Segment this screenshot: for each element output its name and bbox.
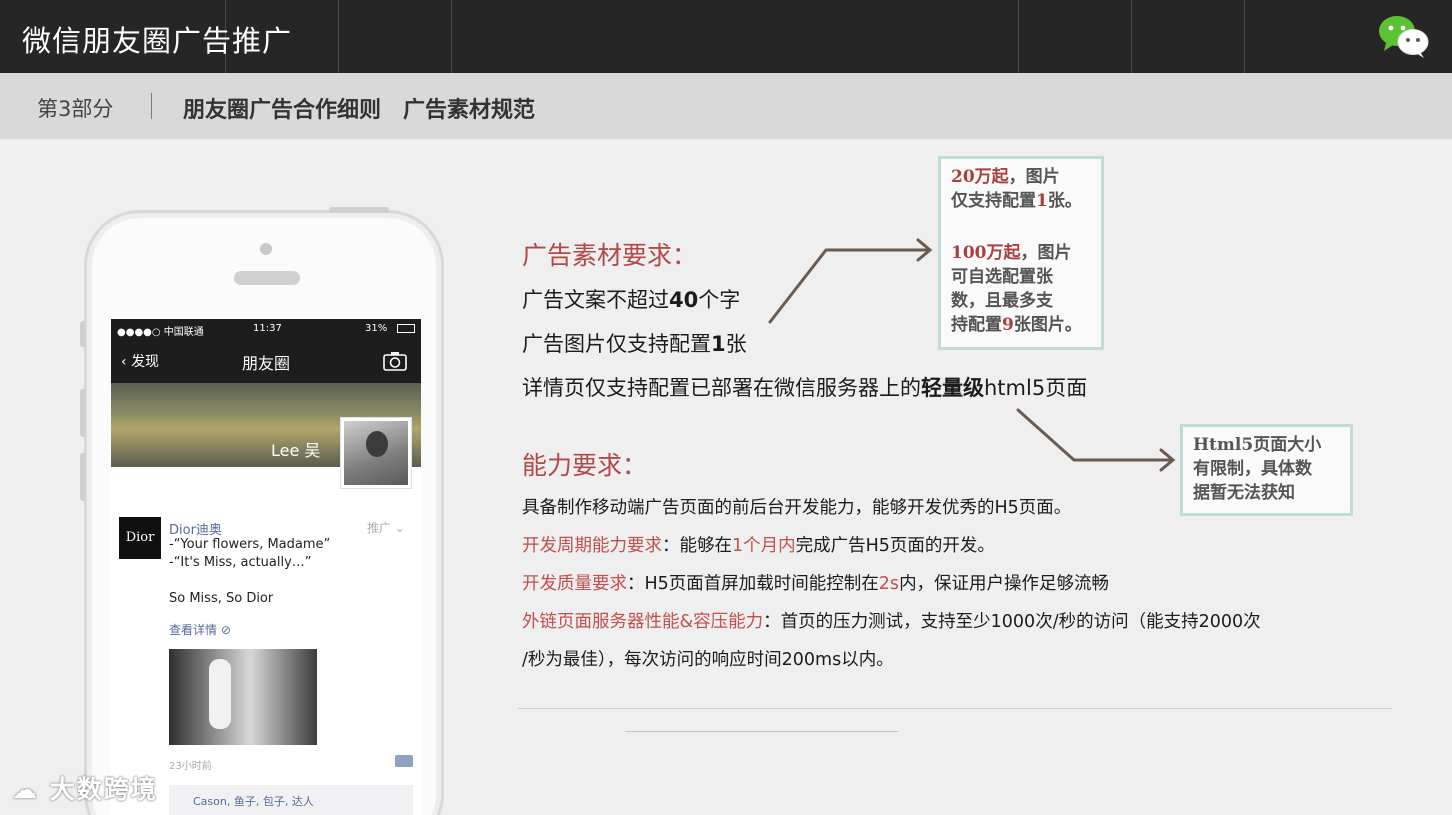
power-button [329,207,389,213]
volume-up-button [80,389,85,437]
ad-image[interactable] [169,649,317,745]
ability-line-2: 开发周期能力要求：能够在1个月内完成广告H5页面的开发。 [522,536,995,556]
advertiser-logo[interactable]: Dior [119,517,161,559]
material-line-2: 广告图片仅支持配置1张 [522,332,747,356]
material-line-3: 详情页仅支持配置已部署在微信服务器上的轻量级html5页面 [522,376,1088,400]
likes-names: Cason, 鱼子, 包子, 达人 [193,795,314,808]
divider [1018,0,1019,73]
likes-bar: Cason, 鱼子, 包子, 达人 [169,785,413,815]
post-time: 23小时前 [169,761,212,772]
section-bar: 第3部分 朋友圈广告合作细则 广告素材规范 [0,73,1452,139]
pricing-line: 仅支持配置1张。 [951,191,1082,211]
watermark-logo-icon: ☁ [12,775,39,804]
view-details-link[interactable]: 查看详情 ⊘ [169,621,231,638]
ability-line-3: 开发质量要求：H5页面首屏加载时间能控制在2s内，保证用户操作足够流畅 [522,574,1110,594]
divider [518,708,1392,709]
wechat-logo-icon [1379,16,1429,58]
pricing-line: 20万起，图片 [951,167,1060,187]
section-heading: 朋友圈广告合作细则 广告素材规范 [183,98,536,123]
pricing-line: 数，且最多支 [951,291,1053,311]
status-time: 11:37 [253,323,282,334]
ability-line-1: 具备制作移动端广告页面的前后台开发能力，能够开发优秀的H5页面。 [522,498,1072,518]
html5-line: 据暂无法获知 [1193,483,1295,503]
phone-screen: ●●●●○ 中国联通 11:37 31% ‹ 发现 朋友圈 Lee 吴 Dior… [111,319,421,815]
top-bar: 微信朋友圈广告推广 [0,0,1452,73]
pricing-line: 持配置9张图片。 [951,315,1082,335]
front-camera [260,243,272,255]
html5-line: 有限制，具体数 [1193,459,1312,479]
pricing-line: 可自选配置张 [951,267,1053,287]
moments-nav-bar: ‹ 发现 朋友圈 [111,339,421,383]
nav-title: 朋友圈 [241,354,290,373]
divider [451,0,452,73]
divider [1244,0,1245,73]
arrowhead [916,238,933,262]
promoted-tag[interactable]: 推广 ⌄ [367,519,405,536]
advertiser-name[interactable]: Dior迪奥 [169,519,222,538]
comment-icon[interactable] [395,755,413,767]
mute-switch [80,321,85,347]
pricing-callout: 20万起，图片 仅支持配置1张。 100万起，图片 可自选配置张 数，且最多支 … [938,156,1104,350]
status-bar: ●●●●○ 中国联通 11:37 31% [111,319,421,339]
page-title: 微信朋友圈广告推广 [22,24,293,58]
html5-callout: Html5页面大小 有限制，具体数 据暂无法获知 [1180,424,1353,516]
pricing-line: 100万起，图片 [951,243,1072,263]
arrow-to-pricing [768,248,930,324]
ability-heading: 能力要求： [522,451,648,480]
ad-text-line: -“Your flowers, Madame” [169,537,331,552]
ad-text-line: So Miss, So Dior [169,591,274,606]
html5-line: Html5页面大小 [1193,435,1322,455]
ability-line-4: 外链页面服务器性能&容压能力：首页的压力测试，支持至少1000次/秒的访问（能支… [522,612,1261,632]
carrier: ●●●●○ 中国联通 [117,327,204,338]
divider [338,0,339,73]
material-heading: 广告素材要求： [522,241,698,270]
section-separator [151,93,152,119]
avatar[interactable] [340,417,412,489]
link-icon: ⊘ [220,623,231,637]
cover-username: Lee 吴 [271,441,321,460]
material-line-1: 广告文案不超过40个字 [522,288,741,312]
ability-line-5: /秒为最佳），每次访问的响应时间200ms以内。 [522,650,894,670]
arrowhead [1159,448,1176,472]
phone-mockup: ●●●●○ 中国联通 11:37 31% ‹ 发现 朋友圈 Lee 吴 Dior… [80,207,444,815]
volume-down-button [80,453,85,501]
speaker-grill [234,271,300,285]
arrow-to-html5 [1016,408,1174,462]
divider [1131,0,1132,73]
camera-icon[interactable] [383,351,407,371]
battery-level: 31% [365,323,388,334]
ad-text-line: -“It's Miss, actually…” [169,555,312,570]
watermark: ☁ 大数跨境 [12,775,158,804]
divider [625,731,898,732]
section-part: 第3部分 [37,97,114,121]
battery-icon [397,324,415,333]
